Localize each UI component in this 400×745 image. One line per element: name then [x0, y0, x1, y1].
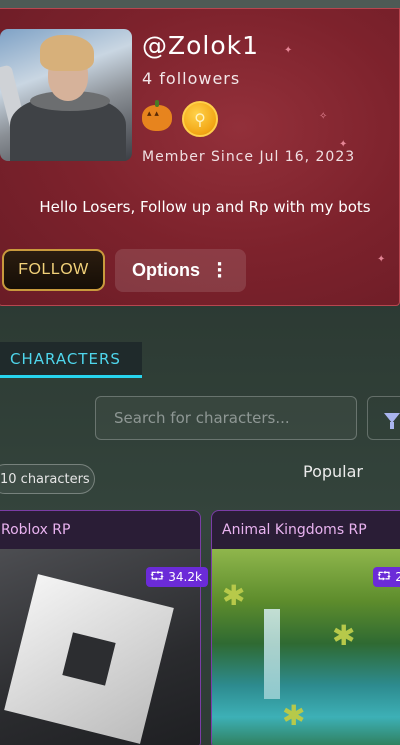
sparkle-icon: ✦ [284, 45, 293, 56]
pumpkin-badge-icon[interactable] [140, 100, 174, 135]
character-card[interactable]: Animal Kingdoms RP ✱ ✱ ✱ [211, 510, 400, 745]
filter-icon [384, 413, 400, 429]
follow-button[interactable]: FOLLOW [2, 249, 105, 291]
chat-icon: ⮔ [150, 568, 165, 583]
profile-bio: Hello Losers, Follow up and Rp with my b… [39, 198, 371, 216]
options-button[interactable]: Options · · · [115, 249, 246, 292]
username: @Zolok1 [142, 31, 260, 60]
filter-button[interactable] [367, 396, 400, 440]
tab-characters[interactable]: CHARACTERS [0, 342, 142, 378]
member-since: Member Since Jul 16, 2023 [142, 149, 356, 165]
character-card-title: Animal Kingdoms RP [222, 522, 367, 538]
character-card-title: Roblox RP [1, 522, 71, 538]
coin-badge-icon[interactable]: ⚲ [182, 101, 218, 137]
character-count-badge: 10 characters [0, 464, 95, 494]
sort-dropdown[interactable]: Popular [303, 462, 363, 481]
tab-characters-label: CHARACTERS [10, 349, 121, 368]
character-card[interactable]: Roblox RP [0, 510, 201, 745]
search-input[interactable] [114, 409, 356, 427]
palm-tree-icon: ✱ [282, 699, 306, 732]
sparkle-icon: ✧ [319, 111, 328, 122]
chat-count-badge: ⮔ 2 [373, 567, 400, 587]
avatar[interactable] [0, 29, 132, 161]
search-box[interactable] [95, 396, 357, 440]
palm-tree-icon: ✱ [332, 619, 356, 652]
chat-icon: ⮔ [377, 568, 392, 583]
palm-tree-icon: ✱ [222, 579, 246, 612]
options-label: Options [132, 260, 200, 280]
character-card-image: ✱ ✱ ✱ [212, 549, 400, 745]
roblox-logo-icon [4, 574, 174, 744]
chat-count: 34.2k [168, 570, 202, 584]
top-status-strip [0, 0, 400, 8]
sparkle-icon: ✦ [377, 254, 386, 265]
more-vertical-icon: · · · [216, 254, 223, 287]
chat-count: 2 [395, 570, 400, 584]
chat-count-badge: ⮔ 34.2k [146, 567, 208, 587]
followers-count[interactable]: 4 followers [142, 69, 240, 88]
